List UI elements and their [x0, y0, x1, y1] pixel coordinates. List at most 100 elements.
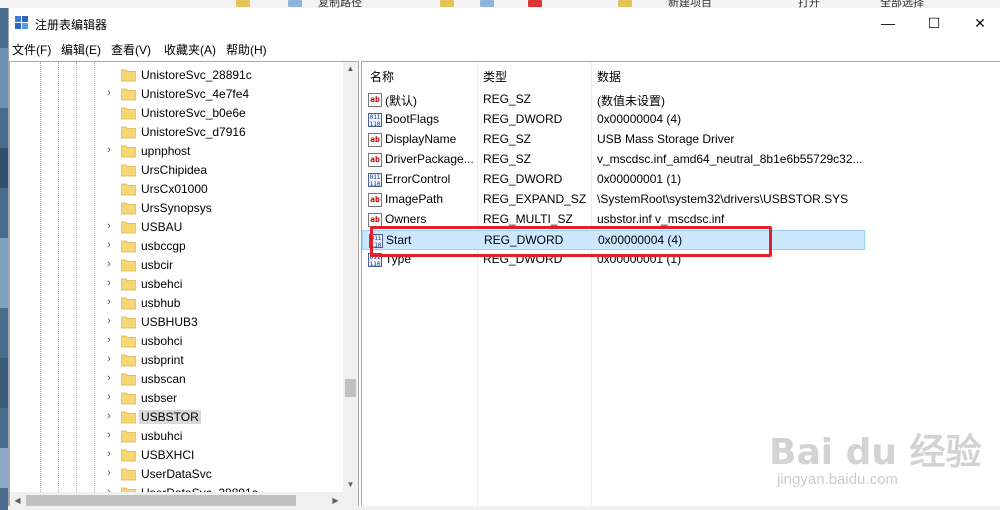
tree-item[interactable]: › UnistoreSvc_4e7fe4: [10, 85, 345, 104]
tree-item-label: UnistoreSvc_4e7fe4: [141, 87, 250, 101]
value-row[interactable]: ab DriverPackage... REG_SZ v_mscdsc.inf_amd…: [362, 150, 865, 170]
menu-file[interactable]: 文件(F): [12, 41, 51, 58]
close-button[interactable]: ✕: [957, 8, 1000, 38]
menu-help[interactable]: 帮助(H): [226, 41, 267, 58]
tree-item[interactable]: › usbscan: [10, 370, 345, 389]
tree-item[interactable]: › usbcir: [10, 256, 345, 275]
registry-tree[interactable]: UnistoreSvc_28891c › UnistoreSvc_4e7fe4 Uni…: [9, 61, 359, 510]
expand-chevron-icon[interactable]: ›: [104, 144, 114, 156]
string-value-icon: ab: [368, 93, 382, 107]
value-row[interactable]: ab (默认) REG_SZ (数值未设置): [362, 90, 865, 110]
tree-item[interactable]: › USBHUB3: [10, 313, 345, 332]
tree-item[interactable]: › usbehci: [10, 275, 345, 294]
background-item: 打开: [798, 0, 820, 8]
column-header: 名称 类型 数据: [362, 62, 1000, 86]
watermark-url: jingyan.baidu.com: [777, 471, 898, 488]
expand-chevron-icon[interactable]: ›: [104, 277, 114, 289]
expand-chevron-icon[interactable]: ›: [104, 410, 114, 422]
tree-item-label: upnphost: [141, 144, 191, 158]
menu-favorites[interactable]: 收藏夹(A): [164, 41, 216, 58]
value-row[interactable]: 011 110 BootFlags REG_DWORD 0x00000004 (4): [362, 110, 865, 130]
value-type: REG_DWORD: [483, 172, 563, 186]
value-type: REG_SZ: [483, 92, 532, 106]
folder-icon: [121, 126, 136, 139]
tree-item-label: USBXHCI: [141, 448, 195, 462]
expand-chevron-icon[interactable]: ›: [104, 467, 114, 479]
value-type: REG_EXPAND_SZ: [483, 192, 587, 206]
folder-icon: [121, 202, 136, 215]
tree-item[interactable]: UrsChipidea: [10, 161, 345, 180]
tree-item[interactable]: › usbccgp: [10, 237, 345, 256]
expand-chevron-icon[interactable]: ›: [104, 429, 114, 441]
expand-chevron-icon[interactable]: ›: [104, 334, 114, 346]
menu-edit[interactable]: 编辑(E): [61, 41, 101, 58]
tree-item-label: UrsChipidea: [141, 163, 208, 177]
expand-chevron-icon[interactable]: ›: [104, 239, 114, 251]
tree-item[interactable]: › usbser: [10, 389, 345, 408]
column-header-data[interactable]: 数据: [597, 68, 621, 85]
title-bar[interactable]: 注册表编辑器 — ☐ ✕: [9, 8, 1000, 38]
tree-item[interactable]: › usbprint: [10, 351, 345, 370]
value-type: REG_SZ: [483, 132, 532, 146]
tree-item[interactable]: › usbhub: [10, 294, 345, 313]
expand-chevron-icon[interactable]: ›: [104, 296, 114, 308]
value-row[interactable]: ab ImagePath REG_EXPAND_SZ \SystemRoot\syst…: [362, 190, 865, 210]
tree-item[interactable]: › UserDataSvc: [10, 465, 345, 484]
folder-icon: [121, 468, 136, 481]
folder-icon: [121, 221, 136, 234]
tree-item[interactable]: › USBSTOR: [10, 408, 345, 427]
scroll-down-icon[interactable]: ▼: [343, 478, 358, 492]
tree-item[interactable]: › USBXHCI: [10, 446, 345, 465]
expand-chevron-icon[interactable]: ›: [104, 315, 114, 327]
tree-item[interactable]: UnistoreSvc_d7916: [10, 123, 345, 142]
tree-item-label: usbcir: [141, 258, 174, 272]
folder-icon: [121, 183, 136, 196]
column-header-name[interactable]: 名称: [370, 68, 394, 85]
expand-chevron-icon[interactable]: ›: [104, 372, 114, 384]
status-strip: [8, 506, 1000, 510]
folder-icon: [121, 373, 136, 386]
expand-chevron-icon[interactable]: ›: [104, 391, 114, 403]
tree-item[interactable]: UnistoreSvc_28891c: [10, 66, 345, 85]
expand-chevron-icon[interactable]: ›: [104, 220, 114, 232]
background-toolbar-strip: 复制路径 新建项目 打开 全部选择: [0, 0, 1000, 8]
binary-value-icon: 011 110: [368, 113, 382, 128]
minimize-button[interactable]: —: [865, 8, 911, 38]
tree-item-label: usbuhci: [141, 429, 183, 443]
tree-item-label: usbccgp: [141, 239, 186, 253]
value-row[interactable]: 011 110 ErrorControl REG_DWORD 0x00000001 (1…: [362, 170, 865, 190]
value-type: REG_MULTI_SZ: [483, 212, 573, 226]
menu-view[interactable]: 查看(V): [111, 41, 151, 58]
value-data: usbstor.inf v_mscdsc.inf: [597, 212, 725, 226]
scroll-thumb[interactable]: [345, 379, 356, 397]
scroll-thumb[interactable]: [26, 495, 296, 506]
tree-item[interactable]: › USBAU: [10, 218, 345, 237]
tree-item[interactable]: › upnphost: [10, 142, 345, 161]
tree-item[interactable]: UnistoreSvc_b0e6e: [10, 104, 345, 123]
expand-chevron-icon[interactable]: ›: [104, 87, 114, 99]
folder-icon: [121, 145, 136, 158]
expand-chevron-icon[interactable]: ›: [104, 448, 114, 460]
tree-item[interactable]: UrsCx01000: [10, 180, 345, 199]
folder-icon: [121, 449, 136, 462]
string-value-icon: ab: [368, 213, 382, 227]
string-value-icon: ab: [368, 133, 382, 147]
column-header-type[interactable]: 类型: [483, 68, 507, 85]
desktop-edge: [0, 8, 8, 510]
expand-chevron-icon[interactable]: ›: [104, 353, 114, 365]
regedit-app-icon: [15, 16, 28, 29]
tree-vertical-scrollbar[interactable]: ▲ ▼: [343, 62, 358, 492]
maximize-button[interactable]: ☐: [911, 8, 957, 38]
baidu-watermark: Bai du 经验 jingyan.baidu.com: [749, 423, 989, 503]
tree-item[interactable]: UrsSynopsys: [10, 199, 345, 218]
scroll-up-icon[interactable]: ▲: [343, 62, 358, 76]
expand-chevron-icon[interactable]: ›: [104, 258, 114, 270]
tree-item[interactable]: › usbuhci: [10, 427, 345, 446]
tree-item-label: usbprint: [141, 353, 184, 367]
background-item: 新建项目: [668, 0, 712, 8]
background-item: 全部选择: [880, 0, 924, 8]
value-row[interactable]: ab DisplayName REG_SZ USB Mass Storage Driv…: [362, 130, 865, 150]
tree-item[interactable]: › usbohci: [10, 332, 345, 351]
folder-icon: [121, 278, 136, 291]
folder-icon: [121, 88, 136, 101]
